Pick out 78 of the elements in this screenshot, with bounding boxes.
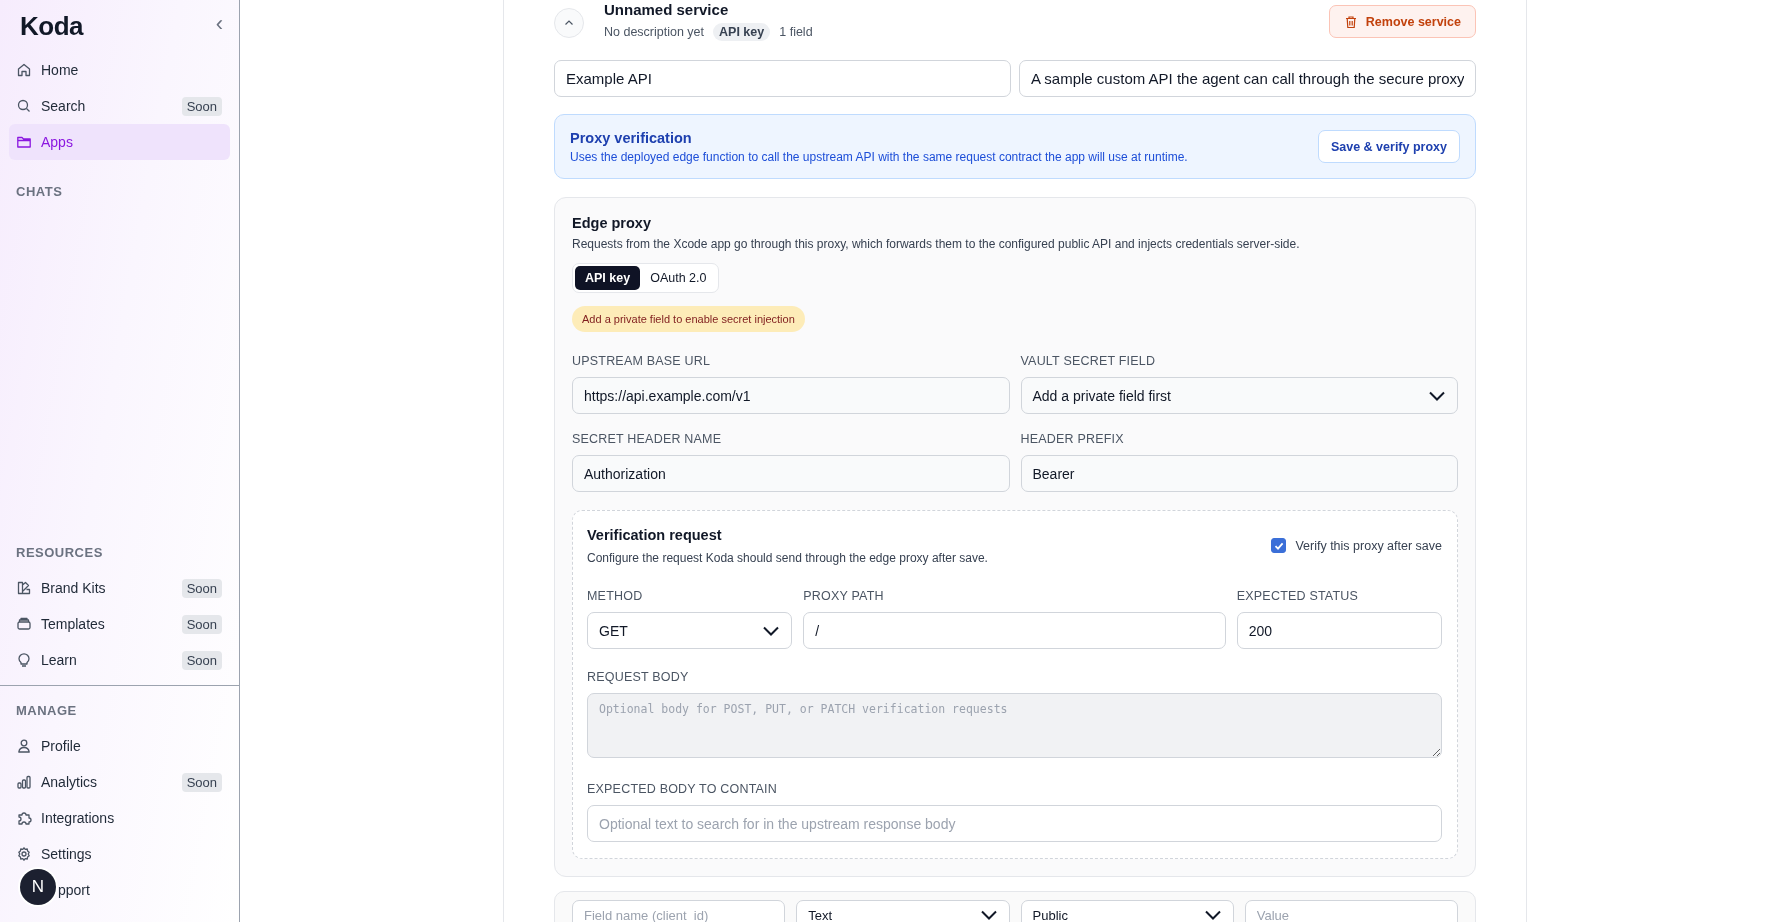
checkbox-label: Verify this proxy after save [1295,538,1442,553]
auth-tab[interactable]: API key [575,266,641,290]
banner-title: Proxy verification [570,129,693,146]
sidebar-item[interactable]: Settings [9,836,230,872]
service-description-field[interactable]: A sample custom API the agent can call through the secure proxy [1019,60,1476,97]
service-description: No description yet [604,25,705,39]
request-body-field[interactable]: Optional body for POST, PUT, or PATCH verification requests [587,693,1442,758]
soon-badge: Soon [181,578,222,598]
field-label: VAULT SECRET FIELD [1020,354,1157,368]
field-label: PROXY PATH [803,589,885,603]
auth-type-badge: API key [713,23,771,41]
field-label: EXPECTED BODY TO CONTAIN [587,782,779,796]
sidebar-item[interactable]: Brand Kits Soon [9,570,230,606]
input-field[interactable]: Optional text to search for in the upstream response body [587,805,1442,842]
soon-badge: Soon [181,650,222,670]
user-avatar[interactable]: N [20,869,56,905]
service-title: Unnamed service [604,0,730,20]
soon-badge: Soon [181,96,222,116]
app-logo[interactable]: Koda [20,10,83,42]
field-label: SECRET HEADER NAME [572,432,723,446]
section-title: Edge proxy [572,214,652,233]
select-field[interactable]: GET [587,612,793,649]
input-field[interactable]: Value [1244,900,1458,922]
input-field[interactable]: 200 [1236,612,1442,649]
sidebar-item[interactable]: Integrations [9,800,230,836]
sidebar-item[interactable]: Apps [9,124,230,160]
folder-icon [16,134,32,150]
input-field[interactable]: / [803,612,1226,649]
search-icon [16,98,32,114]
field-label: EXPECTED STATUS [1236,589,1360,603]
section-heading: RESOURCES [15,544,104,562]
select-field[interactable]: Add a private field first [1020,377,1458,414]
user-icon [16,738,32,754]
sidebar-item[interactable]: Analytics Soon [9,764,230,800]
settings-icon [16,846,32,862]
home-icon [16,62,32,78]
checkbox[interactable] [1271,538,1287,553]
chevron-down-icon [762,624,781,637]
sidebar-item[interactable]: Templates Soon [9,606,230,642]
soon-badge: Soon [181,614,222,634]
input-field[interactable]: https://api.example.com/v1 [572,377,1010,414]
field-label: REQUEST BODY [587,670,690,684]
sidebar-item[interactable]: Learn Soon [9,642,230,678]
field-label: HEADER PREFIX [1020,432,1125,446]
chevron-down-icon [979,909,998,921]
sidebar-item[interactable]: Profile [9,728,230,764]
field-label: UPSTREAM BASE URL [572,354,712,368]
chevron-down-icon [1428,389,1446,402]
banner-text: Uses the deployed edge function to call the upstream API with the same request contract the app will use at runtime. [570,149,1188,164]
trash-icon [1343,14,1358,29]
lightbulb-icon [16,652,32,668]
select-field[interactable]: Public [1020,900,1234,922]
service-name-field[interactable]: Example API [554,60,1011,97]
sidebar-item[interactable]: Search Soon [9,88,230,124]
input-field[interactable]: Bearer [1020,455,1458,492]
select-field[interactable]: Text [796,900,1010,922]
collapse-sidebar-button[interactable]: ‹ [215,11,223,37]
remove-service-button[interactable]: Remove service [1328,5,1476,38]
bar-chart-icon [16,774,32,790]
palette-icon [16,580,32,596]
warning-badge: Add a private field to enable secret injection [572,306,805,332]
section-heading: MANAGE [15,702,78,720]
auth-tab[interactable]: OAuth 2.0 [640,266,717,290]
stack-icon [16,616,32,632]
sidebar-item[interactable]: pport [58,872,230,908]
sidebar-item[interactable]: Home [9,52,230,88]
field-count: 1 field [779,25,813,39]
input-field[interactable]: Field name (client_id) [572,900,786,922]
chevron-down-icon [1203,909,1222,921]
section-description: Requests from the Xcode app go through this proxy, which forwards them to the configured public API and injects credentials server-side. [572,237,1301,251]
soon-badge: Soon [181,772,222,792]
section-description: Configure the request Koda should send through the edge proxy after save. [587,551,988,565]
puzzle-icon [16,810,32,826]
input-field[interactable]: Authorization [572,455,1010,492]
save-verify-button[interactable]: Save & verify proxy [1317,130,1460,163]
section-heading: CHATS [15,183,64,201]
field-label: METHOD [587,589,644,603]
section-title: Verification request [587,527,723,543]
